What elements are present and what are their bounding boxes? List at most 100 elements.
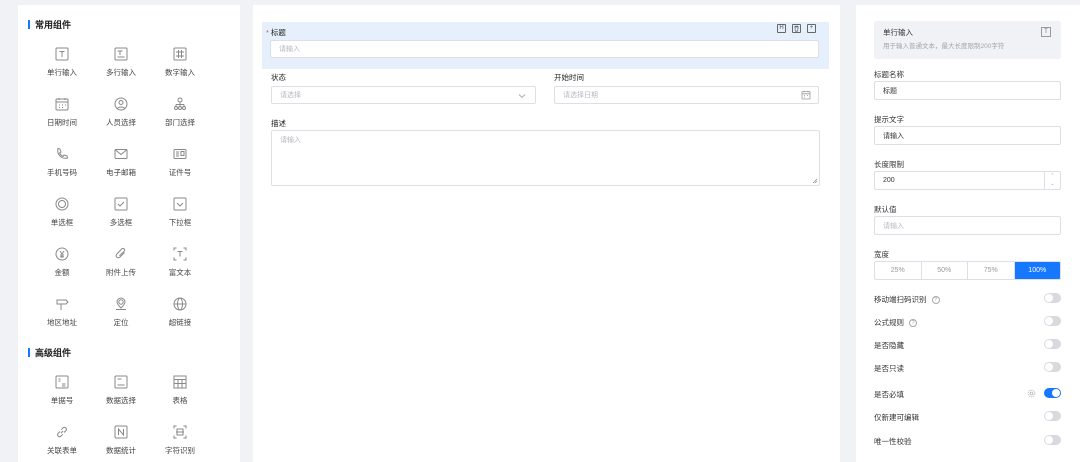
palette-item-label: 部门选择	[165, 118, 195, 127]
palette-item-linked-form[interactable]: 关联表单	[32, 425, 92, 462]
required-marker: *	[266, 28, 269, 37]
palette-item-attachment[interactable]: 附件上传	[91, 247, 151, 287]
palette-item-label: 关联表单	[47, 446, 77, 455]
palette-item-email[interactable]: 电子邮箱	[91, 147, 151, 187]
status-select[interactable]: 请选择	[271, 86, 536, 104]
palette-item-label: 人员选择	[106, 118, 136, 127]
chevron-down-icon	[518, 94, 526, 99]
status-placeholder: 请选择	[280, 92, 301, 99]
component-type-title: 单行输入	[883, 28, 913, 37]
property-panel: 单行输入 用于输入普通文本，最大长度限制200字符 T 标题名称 标题 提示文字…	[856, 5, 1080, 462]
unique-check-toggle[interactable]	[1044, 435, 1061, 445]
required-toggle[interactable]	[1044, 388, 1061, 398]
palette-item-label: 电子邮箱	[106, 168, 136, 177]
palette-item-user[interactable]: 人员选择	[91, 97, 151, 137]
palette-item-label: 单选框	[50, 218, 74, 227]
title-name-input[interactable]: 标题	[874, 81, 1061, 100]
palette-item-data-statistics[interactable]: 数据统计	[91, 425, 151, 462]
component-info-card: 单行输入 用于输入普通文本，最大长度限制200字符 T	[874, 21, 1061, 59]
toggle-label-text: 移动端扫码识别	[874, 295, 927, 304]
formula-rule-toggle[interactable]	[1044, 316, 1061, 326]
palette-item-label: 单据号	[50, 396, 74, 405]
palette-item-location[interactable]: 定位	[91, 297, 151, 337]
start-time-date-picker[interactable]: 请选择日期	[554, 86, 819, 104]
yuan-icon	[55, 247, 69, 261]
width-segmented-control: 25% 50% 75% 100%	[874, 261, 1061, 280]
toggle-row-mobile-scan: 移动端扫码识别?	[874, 293, 1061, 305]
palette-item-serial-number[interactable]: 单据号	[32, 375, 92, 415]
rich-text-icon	[173, 247, 187, 261]
start-time-placeholder: 请选择日期	[563, 92, 598, 99]
palette-item-data-select[interactable]: 数据选择	[91, 375, 151, 415]
single-line-text-icon: T	[1041, 27, 1051, 37]
palette-item-radio[interactable]: 单选框	[32, 197, 92, 237]
toggle-row-readonly: 是否只读	[874, 362, 1061, 374]
palette-item-number[interactable]: 数字输入	[150, 47, 210, 87]
dropdown-icon	[173, 197, 187, 211]
palette-item-label: 定位	[113, 318, 129, 327]
palette-item-amount[interactable]: 金额	[32, 247, 92, 287]
toggle-row-required: 是否必填	[874, 388, 1061, 400]
toggle-label: 是否隐藏	[874, 341, 904, 350]
help-icon[interactable]: ?	[931, 296, 940, 305]
copy-icon[interactable]: +	[807, 24, 816, 33]
length-limit-value: 200	[883, 177, 895, 184]
toggle-row-formula-rule: 公式规则?	[874, 316, 1061, 328]
readonly-toggle[interactable]	[1044, 362, 1061, 372]
palette-item-checkbox[interactable]: 多选框	[91, 197, 151, 237]
palette-item-label: 富文本	[168, 268, 192, 277]
palette-item-datetime[interactable]: 日期时间	[32, 97, 92, 137]
width-option-100[interactable]: 100%	[1014, 262, 1060, 279]
palette-item-label: 附件上传	[106, 268, 136, 277]
common-components-title: 常用组件	[28, 18, 71, 31]
resize-handle-icon[interactable]	[812, 178, 818, 184]
hidden-toggle[interactable]	[1044, 339, 1061, 349]
palette-item-single-line[interactable]: 单行输入	[32, 47, 92, 87]
user-icon	[114, 97, 128, 111]
common-title-text: 常用组件	[35, 20, 72, 30]
palette-item-multi-line[interactable]: 多行输入	[91, 47, 151, 87]
section-accent-bar	[28, 348, 30, 357]
title-input[interactable]: 请输入	[270, 40, 819, 58]
radio-icon	[55, 197, 69, 211]
stepper-down-icon[interactable]: ⌄	[1045, 180, 1060, 188]
palette-item-label: 日期时间	[47, 118, 77, 127]
status-field-label: 状态	[271, 73, 286, 82]
mobile-scan-toggle[interactable]	[1044, 293, 1061, 303]
gear-icon[interactable]	[1027, 389, 1036, 398]
width-option-25[interactable]: 25%	[875, 262, 922, 279]
width-label: 宽度	[874, 250, 889, 259]
palette-item-table[interactable]: 表格	[150, 375, 210, 415]
serial-number-icon	[55, 375, 69, 389]
calendar-icon	[55, 98, 69, 111]
help-icon[interactable]: ?	[909, 319, 917, 328]
palette-item-phone[interactable]: 手机号码	[32, 147, 92, 187]
stepper-buttons[interactable]: ⌃ ⌄	[1044, 172, 1060, 189]
width-option-50[interactable]: 50%	[922, 262, 968, 279]
palette-item-label: 单行输入	[47, 68, 77, 77]
palette-item-ocr[interactable]: 字符识别	[150, 425, 210, 462]
edit-on-create-toggle[interactable]	[1044, 411, 1061, 421]
start-time-field-label: 开始时间	[554, 73, 584, 82]
palette-item-dropdown[interactable]: 下拉框	[150, 197, 210, 237]
heading-icon[interactable]: H	[777, 24, 786, 33]
description-textarea[interactable]: 请输入	[271, 130, 820, 186]
palette-item-department[interactable]: 部门选择	[150, 97, 210, 137]
palette-item-id-card[interactable]: 证件号	[150, 147, 210, 187]
hint-text-input[interactable]: 请输入	[874, 126, 1061, 145]
palette-item-region-address[interactable]: 地区地址	[32, 297, 92, 337]
stepper-up-icon[interactable]: ⌃	[1045, 172, 1060, 180]
length-limit-stepper[interactable]: 200 ⌃ ⌄	[874, 171, 1061, 190]
statistics-icon	[114, 425, 128, 439]
delete-icon[interactable]	[792, 24, 801, 33]
palette-item-label: 多行输入	[106, 68, 136, 77]
palette-item-label: 地区地址	[47, 318, 77, 327]
id-card-icon	[173, 149, 187, 159]
default-value-input[interactable]: 请输入	[874, 216, 1061, 235]
palette-item-hyperlink[interactable]: 超链接	[150, 297, 210, 337]
palette-item-label: 数据统计	[106, 446, 136, 455]
palette-item-rich-text[interactable]: 富文本	[150, 247, 210, 287]
advanced-title-text: 高级组件	[35, 348, 72, 358]
palette-item-label: 多选框	[109, 218, 133, 227]
width-option-75[interactable]: 75%	[968, 262, 1015, 279]
